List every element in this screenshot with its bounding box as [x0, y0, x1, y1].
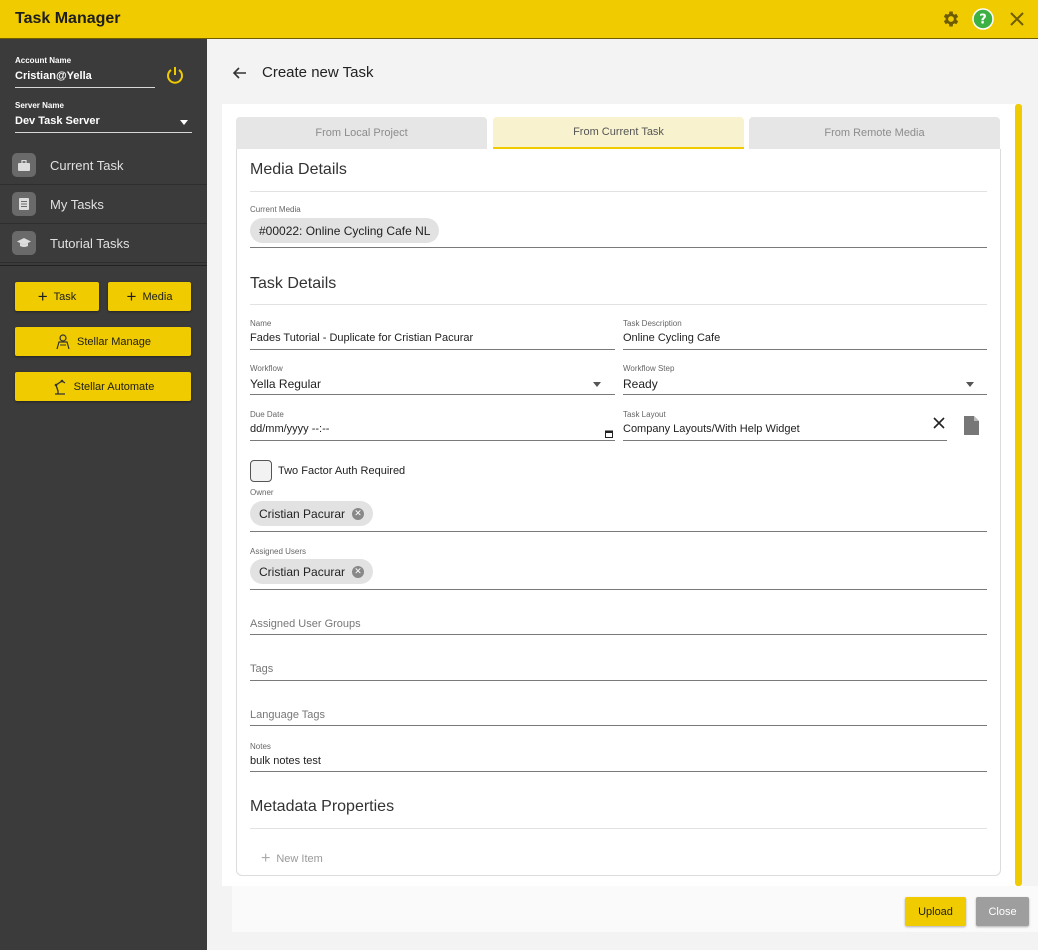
- notes-label: Notes: [250, 742, 271, 751]
- upload-button[interactable]: Upload: [905, 897, 966, 926]
- new-item-button[interactable]: + New Item: [261, 851, 323, 867]
- help-icon[interactable]: ?: [972, 8, 994, 30]
- workflow-select[interactable]: Yella Regular: [250, 377, 321, 391]
- workflow-label: Workflow: [250, 364, 283, 373]
- app-title: Task Manager: [15, 10, 121, 27]
- sidebar: Account Name Cristian@Yella Server Name …: [0, 39, 207, 950]
- clear-icon[interactable]: [933, 416, 945, 434]
- chevron-down-icon[interactable]: [593, 382, 601, 387]
- plus-icon: +: [37, 287, 48, 306]
- assigned-user-groups-input[interactable]: Assigned User Groups: [250, 618, 361, 630]
- create-task-card: From Local Project From Current Task Fro…: [222, 104, 1016, 886]
- task-details-title: Task Details: [250, 275, 337, 292]
- name-input[interactable]: Fades Tutorial - Duplicate for Cristian …: [250, 332, 473, 344]
- task-description-label: Task Description: [623, 319, 682, 328]
- workflow-step-label: Workflow Step: [623, 364, 675, 373]
- name-label: Name: [250, 319, 272, 328]
- server-select[interactable]: Dev Task Server: [15, 115, 100, 127]
- account-name-value[interactable]: Cristian@Yella: [15, 70, 92, 82]
- sidebar-item-label: My Tasks: [50, 196, 104, 212]
- sidebar-divider: [0, 265, 207, 266]
- file-icon[interactable]: [964, 416, 979, 440]
- sidebar-item-tutorial-tasks[interactable]: Tutorial Tasks: [0, 224, 207, 263]
- workflow-underline: [250, 394, 615, 395]
- account-underline: [15, 87, 155, 88]
- language-tags-input[interactable]: Language Tags: [250, 709, 325, 721]
- two-factor-checkbox[interactable]: [250, 460, 272, 482]
- remove-chip-icon[interactable]: ✕: [352, 565, 365, 578]
- section-divider: [250, 304, 987, 305]
- tab-from-remote-media[interactable]: From Remote Media: [749, 117, 1000, 149]
- server-underline: [15, 132, 192, 133]
- gear-icon[interactable]: [940, 8, 962, 30]
- metadata-properties-title: Metadata Properties: [250, 798, 395, 815]
- tags-underline: [250, 680, 987, 681]
- chevron-down-icon[interactable]: [966, 382, 974, 387]
- assigned-user-chip[interactable]: Cristian Pacurar ✕: [250, 559, 374, 584]
- current-media-underline: [250, 247, 987, 248]
- sidebar-item-label: Tutorial Tasks: [50, 235, 130, 251]
- current-media-label: Current Media: [250, 205, 301, 214]
- language-tags-underline: [250, 725, 987, 726]
- notes-input[interactable]: bulk notes test: [250, 755, 321, 767]
- assigned-users-label: Assigned Users: [250, 547, 307, 556]
- name-underline: [250, 349, 615, 350]
- form-panel: Media Details Current Media #00022: Onli…: [236, 149, 1001, 876]
- sidebar-item-label: Current Task: [50, 157, 124, 173]
- stellar-manage-button[interactable]: Stellar Manage: [15, 327, 191, 356]
- owner-underline: [250, 531, 987, 532]
- notes-underline: [250, 771, 987, 772]
- task-layout-input[interactable]: Company Layouts/With Help Widget: [623, 423, 800, 435]
- server-name-label: Server Name: [15, 101, 64, 110]
- due-date-label: Due Date: [250, 410, 284, 419]
- tags-input[interactable]: Tags: [250, 663, 273, 675]
- back-arrow-icon[interactable]: [231, 64, 249, 82]
- sidebar-item-current-task[interactable]: Current Task: [0, 146, 207, 185]
- section-divider: [250, 191, 987, 192]
- title-bar: Task Manager ?: [0, 0, 1038, 39]
- owner-label: Owner: [250, 488, 274, 497]
- task-layout-label: Task Layout: [623, 410, 666, 419]
- scrollbar[interactable]: [1015, 104, 1022, 886]
- current-media-chip[interactable]: #00022: Online Cycling Cafe NL: [250, 218, 440, 243]
- due-date-underline: [250, 440, 615, 441]
- plus-icon: +: [126, 287, 137, 306]
- add-task-button[interactable]: + Task: [15, 282, 99, 311]
- workflow-step-select[interactable]: Ready: [623, 377, 658, 391]
- graduation-cap-icon: [12, 231, 36, 255]
- tab-from-local-project[interactable]: From Local Project: [236, 117, 487, 149]
- chevron-down-icon[interactable]: [180, 120, 188, 125]
- remove-chip-icon[interactable]: ✕: [352, 507, 365, 520]
- power-icon[interactable]: [165, 65, 185, 85]
- plus-icon: +: [261, 850, 271, 867]
- sidebar-item-my-tasks[interactable]: My Tasks: [0, 185, 207, 224]
- workflow-step-underline: [623, 394, 987, 395]
- media-details-title: Media Details: [250, 161, 347, 178]
- account-name-label: Account Name: [15, 56, 72, 65]
- two-factor-label: Two Factor Auth Required: [278, 465, 406, 477]
- close-button[interactable]: Close: [976, 897, 1029, 926]
- close-icon[interactable]: [1006, 8, 1028, 30]
- page-title: Create new Task: [262, 64, 374, 81]
- add-media-button[interactable]: + Media: [108, 282, 191, 311]
- stellar-automate-button[interactable]: Stellar Automate: [15, 372, 191, 401]
- assigned-users-underline: [250, 589, 987, 590]
- assigned-user-groups-underline: [250, 634, 987, 635]
- due-date-input[interactable]: dd/mm/yyyy --:--: [250, 423, 329, 435]
- task-description-underline: [623, 349, 987, 350]
- briefcase-icon: [12, 153, 36, 177]
- owner-chip[interactable]: Cristian Pacurar ✕: [250, 501, 374, 526]
- section-divider: [250, 828, 987, 829]
- robot-arm-icon: [54, 379, 66, 395]
- task-description-input[interactable]: Online Cycling Cafe: [623, 332, 720, 344]
- task-layout-underline: [623, 440, 947, 441]
- tab-from-current-task[interactable]: From Current Task: [493, 117, 744, 149]
- svg-text:?: ?: [979, 13, 987, 28]
- list-icon: [12, 192, 36, 216]
- main-content: Create new Task From Local Project From …: [207, 39, 1038, 950]
- manager-icon: [56, 333, 70, 349]
